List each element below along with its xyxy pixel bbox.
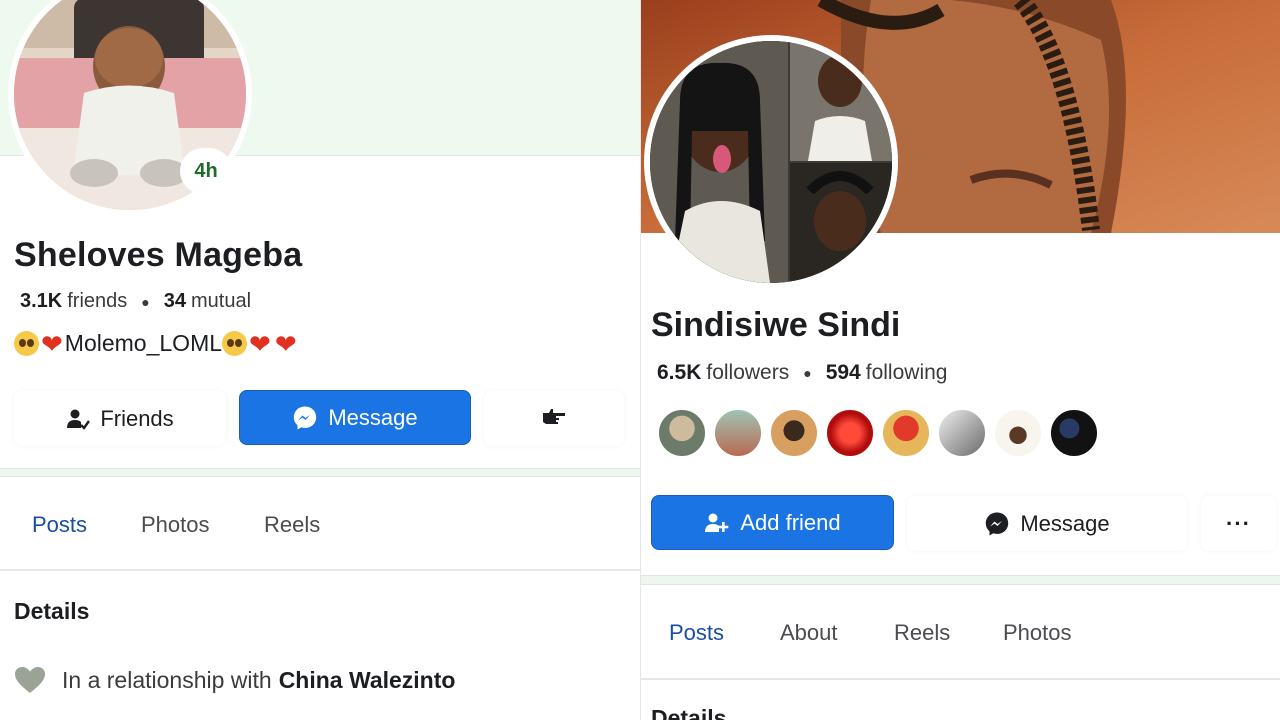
friend-avatar[interactable] xyxy=(825,408,875,458)
tab-posts[interactable]: Posts xyxy=(32,512,87,538)
mutual-friends-avatars[interactable] xyxy=(657,408,1105,458)
separator-dot: ● xyxy=(141,293,150,310)
red-heart-emoji: ❤ xyxy=(249,328,271,359)
relationship-detail: In a relationship with China Walezinto xyxy=(14,666,455,694)
more-icon: ··· xyxy=(1226,510,1251,536)
tab-posts[interactable]: Posts xyxy=(669,620,724,646)
separator-dot: ● xyxy=(803,365,812,381)
followers-count[interactable]: 6.5K xyxy=(657,361,701,385)
mutual-count[interactable]: 34 xyxy=(164,290,186,313)
friend-avatar[interactable] xyxy=(713,408,763,458)
details-heading: Details xyxy=(14,598,90,624)
relationship-prefix: In a relationship with xyxy=(62,666,272,693)
more-options-button[interactable]: ··· xyxy=(1201,496,1276,551)
friend-avatar[interactable] xyxy=(769,408,819,458)
following-count[interactable]: 594 xyxy=(826,361,861,385)
tab-reels[interactable]: Reels xyxy=(894,620,950,646)
bio-text: Molemo_LOML xyxy=(64,330,223,356)
pleading-face-emoji xyxy=(222,331,248,356)
messenger-icon xyxy=(984,511,1010,537)
tab-reels[interactable]: Reels xyxy=(264,512,320,538)
add-friend-button-label: Add friend xyxy=(740,509,841,535)
following-label[interactable]: following xyxy=(866,361,948,385)
story-time-badge[interactable]: 4h xyxy=(180,148,232,194)
profile-name: Sheloves Mageba xyxy=(14,236,303,274)
friends-count[interactable]: 3.1K xyxy=(20,290,62,313)
tab-about[interactable]: About xyxy=(780,620,838,646)
message-button[interactable]: Message xyxy=(907,496,1187,551)
mutual-label[interactable]: mutual xyxy=(191,290,251,313)
pointing-hand-icon xyxy=(541,405,567,433)
friends-button-label: Friends xyxy=(100,405,174,431)
friends-button[interactable]: Friends xyxy=(14,391,226,446)
profile-picture-ring[interactable] xyxy=(644,35,898,289)
right-profile-panel: Sindisiwe Sindi 6.5K followers ● 594 fol… xyxy=(641,0,1280,720)
left-profile-panel: 4h Sheloves Mageba 3.1K friends ● 34 mut… xyxy=(0,0,640,720)
message-button-label: Message xyxy=(1020,510,1110,536)
add-friend-icon xyxy=(704,511,730,535)
profile-stats: 3.1K friends ● 34 mutual xyxy=(20,290,251,313)
friend-avatar[interactable] xyxy=(657,408,707,458)
friend-avatar[interactable] xyxy=(881,408,931,458)
red-heart-emoji: ❤ xyxy=(41,328,63,359)
friends-check-icon xyxy=(66,407,91,431)
profile-bio: ❤ Molemo_LOML ❤ ❤ xyxy=(14,330,299,357)
friend-avatar[interactable] xyxy=(937,408,987,458)
message-button-label: Message xyxy=(328,404,418,430)
message-button[interactable]: Message xyxy=(239,390,471,445)
heart-icon xyxy=(14,666,46,694)
tabs-divider xyxy=(641,678,1280,680)
more-options-button[interactable] xyxy=(484,391,624,446)
relationship-partner-link[interactable]: China Walezinto xyxy=(279,667,456,694)
tab-photos[interactable]: Photos xyxy=(1003,620,1072,646)
red-heart-emoji: ❤ xyxy=(274,328,297,359)
add-friend-button[interactable]: Add friend xyxy=(651,495,894,550)
friend-avatar[interactable] xyxy=(1049,408,1099,458)
collage-photo xyxy=(650,41,892,283)
section-divider xyxy=(641,575,1280,585)
messenger-icon xyxy=(292,405,318,431)
followers-label[interactable]: followers xyxy=(706,361,789,385)
profile-name: Sindisiwe Sindi xyxy=(651,306,901,344)
tabs-divider xyxy=(0,569,640,571)
profile-picture[interactable] xyxy=(650,41,892,283)
tab-photos[interactable]: Photos xyxy=(141,512,210,538)
profile-stats: 6.5K followers ● 594 following xyxy=(657,361,947,385)
section-divider xyxy=(0,468,640,477)
pleading-face-emoji xyxy=(14,331,39,356)
friend-avatar[interactable] xyxy=(993,408,1043,458)
details-heading: Details xyxy=(651,705,727,720)
friends-label[interactable]: friends xyxy=(67,290,127,313)
